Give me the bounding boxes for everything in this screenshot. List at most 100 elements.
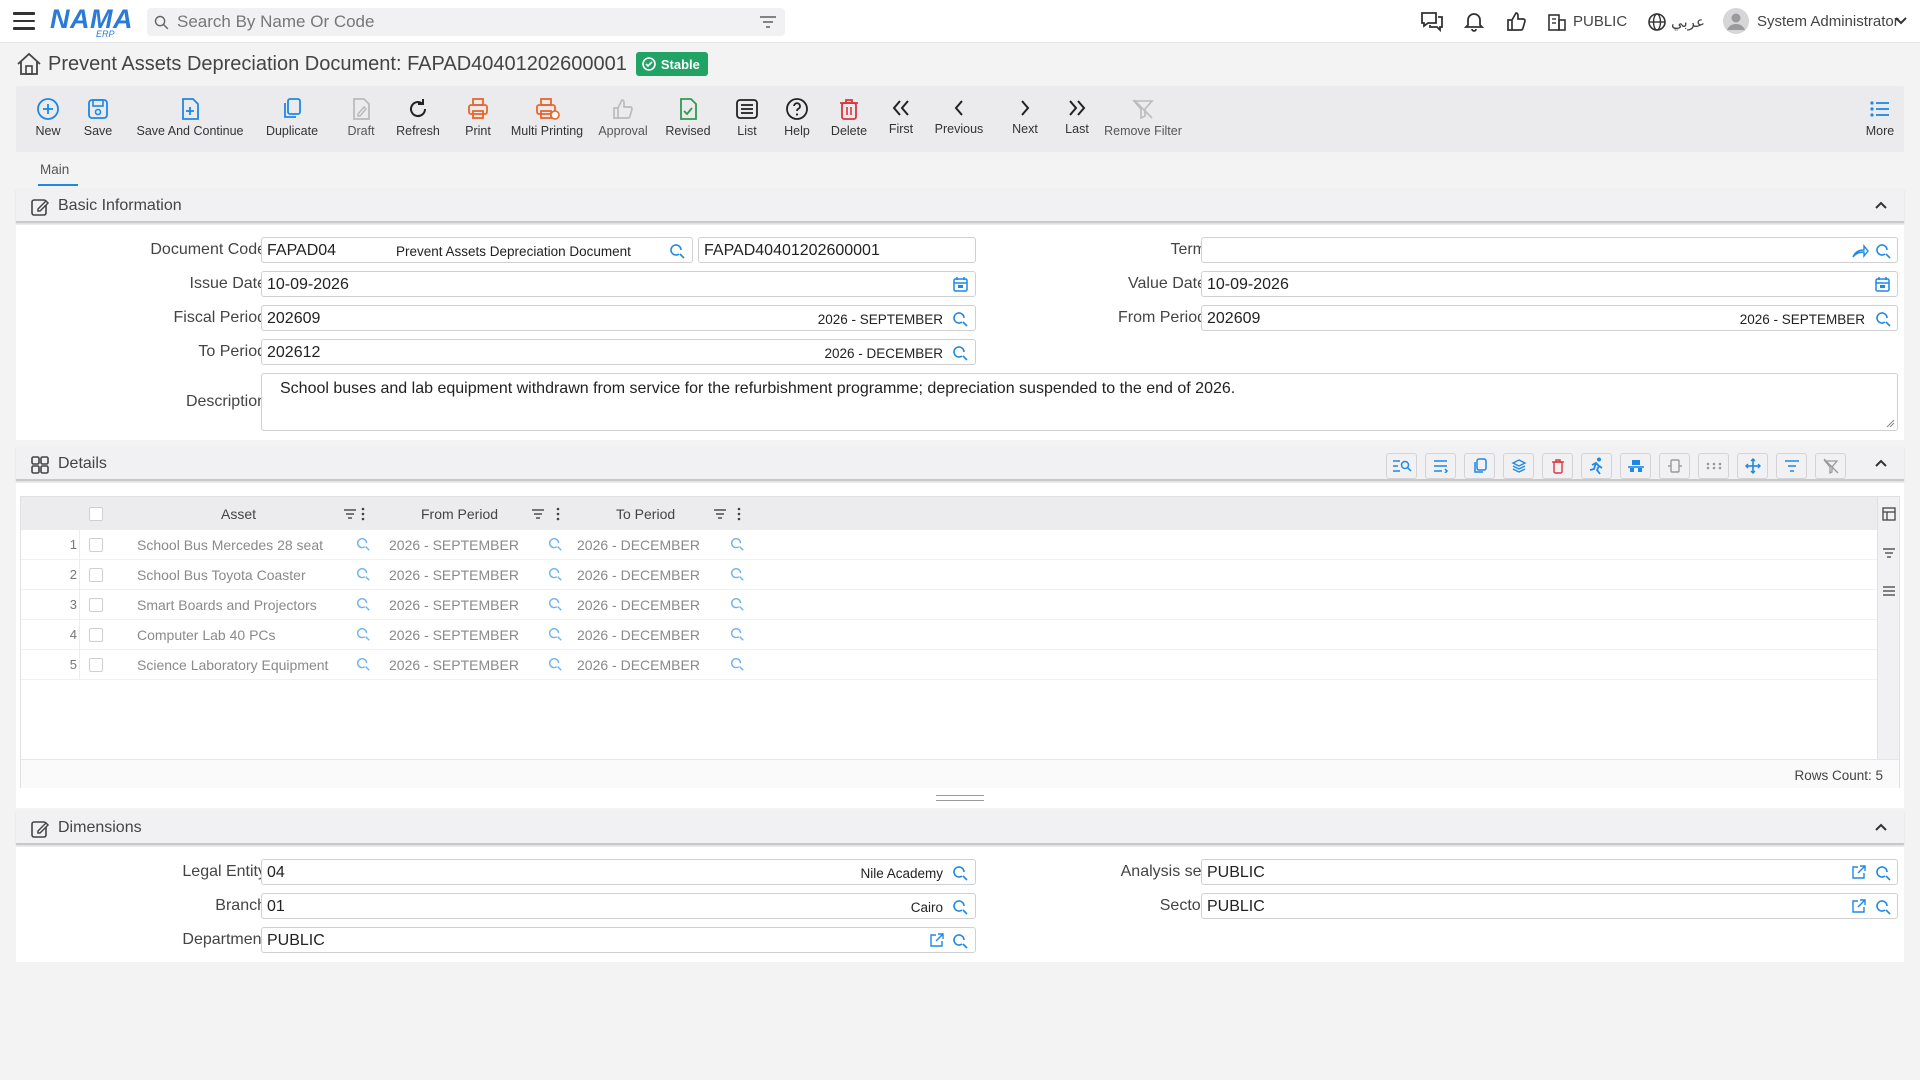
language-toggle[interactable]: عربي [1671,13,1705,31]
to-period-field[interactable]: 202612 2026 - DECEMBER [261,339,976,365]
remove-filter-button[interactable]: Remove Filter [1096,86,1190,152]
asset-cell[interactable]: School Bus Toyota Coaster [137,567,306,583]
avatar[interactable] [1723,8,1749,34]
lookup-icon[interactable] [547,656,563,675]
print-button[interactable]: Print [450,86,506,152]
home-icon[interactable] [16,52,42,76]
lookup-icon[interactable] [355,656,371,675]
row-checkbox[interactable] [89,628,103,642]
lookup-icon[interactable] [729,656,745,675]
move-button[interactable] [1737,453,1768,479]
branch-field[interactable]: 01 Cairo [261,893,976,919]
column-filter-icon[interactable] [713,508,727,520]
details-header[interactable]: Details [16,447,1904,481]
copy-row-button[interactable] [1464,453,1495,479]
from-period-cell[interactable]: 2026 - SEPTEMBER [389,597,519,613]
thumbs-up-icon[interactable] [1505,10,1527,32]
search-input[interactable] [177,12,737,32]
tab-main[interactable]: Main [40,162,69,177]
lookup-icon[interactable] [729,596,745,615]
clear-filter-button[interactable] [1815,453,1846,479]
multi-printing-button[interactable]: Multi Printing [508,86,586,152]
from-period-field[interactable]: 202609 2026 - SEPTEMBER [1201,305,1898,331]
lookup-icon[interactable] [1874,310,1892,328]
external-link-icon[interactable] [1851,898,1867,914]
asset-cell[interactable]: School Bus Mercedes 28 seat [137,537,323,553]
refresh-button[interactable]: Refresh [388,86,448,152]
duplicate-button[interactable]: Duplicate [260,86,324,152]
fit-columns-button[interactable] [1659,453,1690,479]
filter-rows-button[interactable] [1776,453,1807,479]
column-header-asset[interactable]: Asset [221,506,256,522]
list-button[interactable]: List [724,86,770,152]
table-row[interactable]: 5 Science Laboratory Equipment 2026 - SEPT… [21,650,1878,680]
lookup-icon[interactable] [1874,242,1892,260]
to-period-cell[interactable]: 2026 - DECEMBER [577,537,700,553]
table-row[interactable]: 1 School Bus Mercedes 28 seat 2026 - SEPTE… [21,530,1878,560]
legal-entity-field[interactable]: 04 Nile Academy [261,859,976,885]
asset-cell[interactable]: Smart Boards and Projectors [137,597,317,613]
column-menu-icon[interactable] [556,507,560,521]
company-selector[interactable]: PUBLIC [1573,13,1627,30]
issue-date-field[interactable]: 10-09-2026 [261,271,976,297]
row-checkbox[interactable] [89,568,103,582]
chevron-up-icon[interactable] [1874,457,1888,469]
lookup-icon[interactable] [951,310,969,328]
lookup-icon[interactable] [355,626,371,645]
lookup-icon[interactable] [355,536,371,555]
next-button[interactable]: Next [1002,86,1048,152]
help-button[interactable]: Help [773,86,821,152]
lookup-icon[interactable] [951,344,969,362]
external-link-icon[interactable] [1851,864,1867,880]
lookup-icon[interactable] [729,566,745,585]
columns-panel-icon[interactable] [1882,507,1896,521]
menu-icon[interactable] [13,12,35,30]
table-row[interactable]: 4 Computer Lab 40 PCs 2026 - SEPTEMBER 2026… [21,620,1878,650]
select-all-checkbox[interactable] [89,507,103,521]
lookup-icon[interactable] [547,596,563,615]
column-header-to-period[interactable]: To Period [616,506,675,522]
column-menu-icon[interactable] [361,507,365,521]
asset-cell[interactable]: Computer Lab 40 PCs [137,627,276,643]
layers-button[interactable] [1503,453,1534,479]
draft-button[interactable]: Draft [331,86,391,152]
revised-button[interactable]: Revised [658,86,718,152]
from-period-cell[interactable]: 2026 - SEPTEMBER [389,567,519,583]
column-filter-icon[interactable] [343,508,357,520]
from-period-cell[interactable]: 2026 - SEPTEMBER [389,627,519,643]
document-number-field[interactable]: FAPAD40401202600001 [698,237,976,263]
lookup-icon[interactable] [1874,898,1892,916]
table-row[interactable]: 3 Smart Boards and Projectors 2026 - SEPTE… [21,590,1878,620]
add-row-button[interactable] [1425,453,1456,479]
row-checkbox[interactable] [89,598,103,612]
lookup-icon[interactable] [547,536,563,555]
department-field[interactable]: PUBLIC [261,927,976,953]
column-menu-icon[interactable] [737,507,741,521]
lookup-icon[interactable] [729,536,745,555]
run-button[interactable] [1581,453,1612,479]
chat-icon[interactable] [1420,10,1444,32]
bell-icon[interactable] [1463,10,1485,32]
share-icon[interactable] [1851,242,1869,260]
merge-button[interactable] [1620,453,1651,479]
more-button[interactable]: More [1860,86,1900,152]
filter-icon[interactable] [759,14,777,30]
lookup-icon[interactable] [547,566,563,585]
user-name[interactable]: System Administrator [1757,13,1899,30]
lookup-icon[interactable] [668,242,686,260]
row-checkbox[interactable] [89,538,103,552]
table-row[interactable]: 2 School Bus Toyota Coaster 2026 - SEPTEMB… [21,560,1878,590]
from-period-cell[interactable]: 2026 - SEPTEMBER [389,537,519,553]
chevron-up-icon[interactable] [1874,199,1888,211]
dots-grid-button[interactable] [1698,453,1729,479]
lookup-icon[interactable] [951,898,969,916]
lookup-icon[interactable] [355,596,371,615]
column-filter-icon[interactable] [531,508,545,520]
description-textarea[interactable]: School buses and lab equipment withdrawn… [261,373,1898,431]
app-logo[interactable]: NAMA ERP [50,4,133,39]
lookup-icon[interactable] [547,626,563,645]
basic-information-header[interactable]: Basic Information [16,189,1904,223]
resize-splitter[interactable] [936,795,984,801]
search-rows-button[interactable] [1386,453,1417,479]
analysis-set-field[interactable]: PUBLIC [1201,859,1898,885]
